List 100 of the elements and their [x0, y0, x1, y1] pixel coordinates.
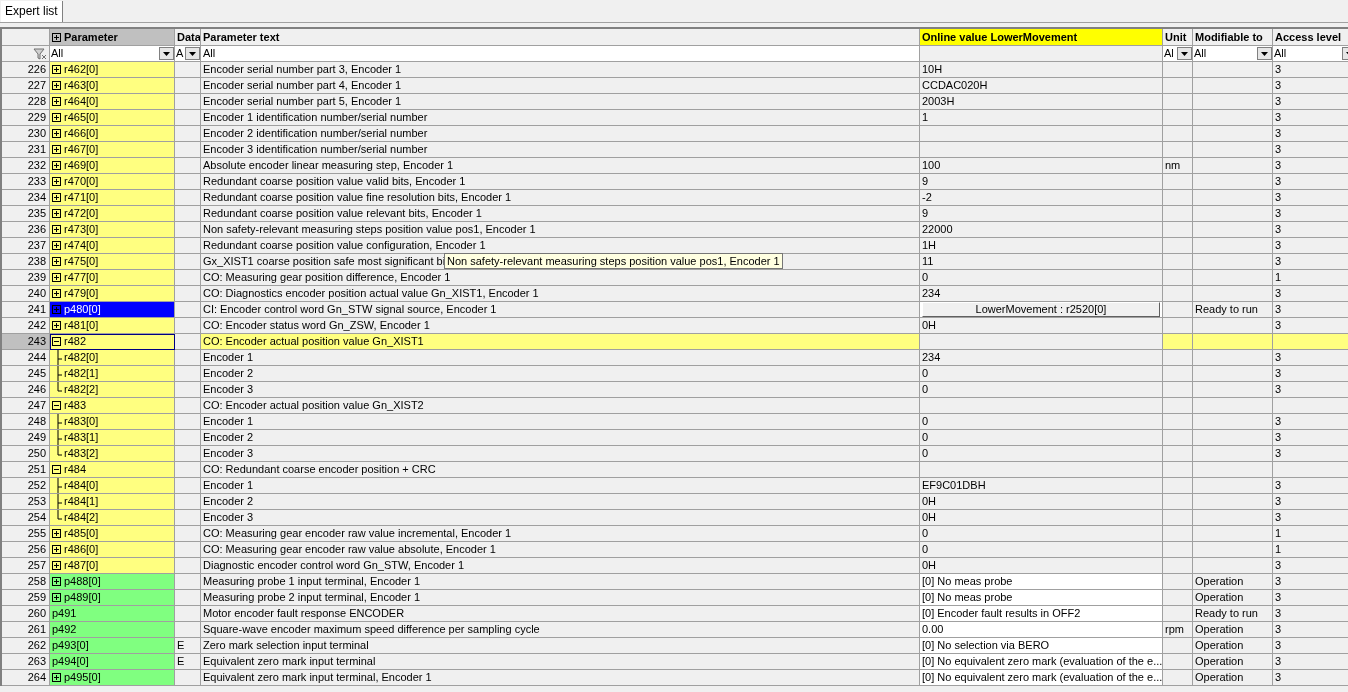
online-value-cell[interactable]: [0] No selection via BERO: [920, 638, 1163, 654]
signal-source-button[interactable]: LowerMovement : r2520[0]: [922, 302, 1160, 317]
expand-icon[interactable]: [52, 161, 61, 170]
parameter-cell[interactable]: r469[0]: [50, 158, 175, 174]
parameter-cell[interactable]: r483[1]: [50, 430, 175, 446]
expand-icon[interactable]: [52, 289, 61, 298]
text-filter-field[interactable]: All: [201, 46, 919, 61]
expand-icon[interactable]: [52, 561, 61, 570]
parameter-cell[interactable]: p494[0]: [50, 654, 175, 670]
parameter-cell[interactable]: p495[0]: [50, 670, 175, 686]
parameter-cell[interactable]: r484: [50, 462, 175, 478]
parameter-cell[interactable]: r483: [50, 398, 175, 414]
parameter-cell[interactable]: r474[0]: [50, 238, 175, 254]
parameter-cell[interactable]: r464[0]: [50, 94, 175, 110]
parameter-cell[interactable]: r482: [50, 334, 175, 350]
row-number: 232: [2, 158, 50, 174]
parameter-cell[interactable]: r467[0]: [50, 142, 175, 158]
expand-icon[interactable]: [52, 177, 61, 186]
parameter-cell[interactable]: r462[0]: [50, 62, 175, 78]
expand-icon[interactable]: [52, 577, 61, 586]
online-value-cell[interactable]: 0.00: [920, 622, 1163, 638]
expand-icon[interactable]: [52, 257, 61, 266]
parameter-cell[interactable]: p480[0]: [50, 302, 175, 318]
parameter-cell[interactable]: r475[0]: [50, 254, 175, 270]
parameter-cell[interactable]: p489[0]: [50, 590, 175, 606]
parameter-text-cell: Encoder 3: [201, 446, 920, 462]
expand-icon[interactable]: [52, 193, 61, 202]
access-level-cell: 3: [1273, 478, 1348, 494]
unit-cell: [1163, 126, 1193, 142]
unit-filter[interactable]: Al: [1163, 46, 1192, 61]
parameter-cell[interactable]: r482[2]: [50, 382, 175, 398]
access-level-cell: 3: [1273, 142, 1348, 158]
row-number: 254: [2, 510, 50, 526]
data-filter[interactable]: A: [175, 46, 200, 61]
column-header[interactable]: Parameter text: [201, 29, 920, 46]
parameter-cell[interactable]: r487[0]: [50, 558, 175, 574]
parameter-cell[interactable]: r479[0]: [50, 286, 175, 302]
access-level-filter[interactable]: All: [1273, 46, 1348, 61]
parameter-cell[interactable]: r484[1]: [50, 494, 175, 510]
online-value-cell[interactable]: [0] Encoder fault results in OFF2: [920, 606, 1163, 622]
expand-icon[interactable]: [52, 241, 61, 250]
parameter-cell[interactable]: r470[0]: [50, 174, 175, 190]
tab[interactable]: Expert list: [1, 1, 63, 22]
parameter-cell[interactable]: r482[0]: [50, 350, 175, 366]
expand-icon[interactable]: [52, 321, 61, 330]
filter-clear-icon[interactable]: [33, 47, 47, 60]
parameter-cell[interactable]: r473[0]: [50, 222, 175, 238]
parameter-cell[interactable]: p493[0]: [50, 638, 175, 654]
expand-icon[interactable]: [52, 529, 61, 538]
parameter-cell[interactable]: r486[0]: [50, 542, 175, 558]
online-value-cell[interactable]: [0] No meas probe: [920, 590, 1163, 606]
data-cell: [175, 398, 201, 414]
parameter-cell[interactable]: r484[2]: [50, 510, 175, 526]
expand-icon[interactable]: [52, 97, 61, 106]
expand-icon[interactable]: [52, 273, 61, 282]
parameter-cell[interactable]: r471[0]: [50, 190, 175, 206]
expand-icon[interactable]: [52, 32, 61, 42]
expand-icon[interactable]: [52, 225, 61, 234]
access-level-cell: 1: [1273, 270, 1348, 286]
parameter-cell[interactable]: r483[2]: [50, 446, 175, 462]
expand-icon[interactable]: [52, 65, 61, 74]
parameter-cell[interactable]: r481[0]: [50, 318, 175, 334]
parameter-cell[interactable]: r465[0]: [50, 110, 175, 126]
expand-icon[interactable]: [52, 209, 61, 218]
expand-icon[interactable]: [52, 113, 61, 122]
expand-icon[interactable]: [52, 545, 61, 554]
parameter-cell[interactable]: r483[0]: [50, 414, 175, 430]
expand-icon[interactable]: [52, 145, 61, 154]
row-number: 230: [2, 126, 50, 142]
parameter-cell[interactable]: r466[0]: [50, 126, 175, 142]
parameter-cell[interactable]: r484[0]: [50, 478, 175, 494]
collapse-icon[interactable]: [52, 337, 61, 346]
parameter-cell[interactable]: p492: [50, 622, 175, 638]
column-header[interactable]: Data: [175, 29, 201, 46]
parameter-cell[interactable]: r472[0]: [50, 206, 175, 222]
expand-icon[interactable]: [52, 593, 61, 602]
unit-cell: [1163, 654, 1193, 670]
column-header[interactable]: Modifiable to: [1193, 29, 1273, 46]
online-value-cell[interactable]: [0] No equivalent zero mark (evaluation of the e...: [920, 654, 1163, 670]
column-header[interactable]: Unit: [1163, 29, 1193, 46]
online-value-cell[interactable]: [0] No meas probe: [920, 574, 1163, 590]
unit-cell: [1163, 462, 1193, 478]
online-value-cell[interactable]: [0] No equivalent zero mark (evaluation of the e...: [920, 670, 1163, 686]
parameter-cell[interactable]: r477[0]: [50, 270, 175, 286]
parameter-filter[interactable]: All: [50, 46, 174, 61]
parameter-cell[interactable]: p491: [50, 606, 175, 622]
expand-icon[interactable]: [52, 81, 61, 90]
parameter-text-cell: Redundant coarse position value valid bits, Encoder 1: [201, 174, 920, 190]
parameter-cell[interactable]: r485[0]: [50, 526, 175, 542]
parameter-cell[interactable]: p488[0]: [50, 574, 175, 590]
column-header[interactable]: Online value LowerMovement: [920, 29, 1163, 46]
modifiable-filter[interactable]: All: [1193, 46, 1272, 61]
parameter-cell[interactable]: r482[1]: [50, 366, 175, 382]
data-cell: [175, 190, 201, 206]
collapse-icon[interactable]: [52, 401, 61, 410]
collapse-icon[interactable]: [52, 465, 61, 474]
expand-icon[interactable]: [52, 673, 61, 682]
column-header[interactable]: Parameter: [50, 29, 175, 46]
expand-icon[interactable]: [52, 129, 61, 138]
parameter-cell[interactable]: r463[0]: [50, 78, 175, 94]
